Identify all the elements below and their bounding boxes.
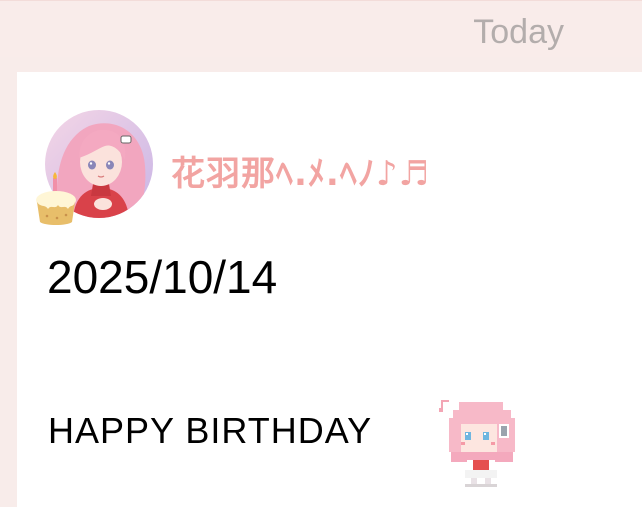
pixel-chibi-sticker-icon	[437, 394, 527, 490]
post-date: 2025/10/14	[47, 251, 278, 303]
post-message: HAPPY BIRTHDAY	[48, 410, 373, 451]
avatar-container[interactable]	[36, 110, 153, 225]
username[interactable]: 花羽那ﾍ.ﾒ.ﾍﾉ♪♬	[171, 146, 430, 195]
post-card: 花羽那ﾍ.ﾒ.ﾍﾉ♪♬ 2025/10/14 HAPPY BIRTHDAY	[17, 72, 642, 507]
header-title: Today	[473, 13, 564, 51]
top-bar: Today	[0, 0, 642, 57]
birthday-cake-icon	[27, 170, 85, 228]
